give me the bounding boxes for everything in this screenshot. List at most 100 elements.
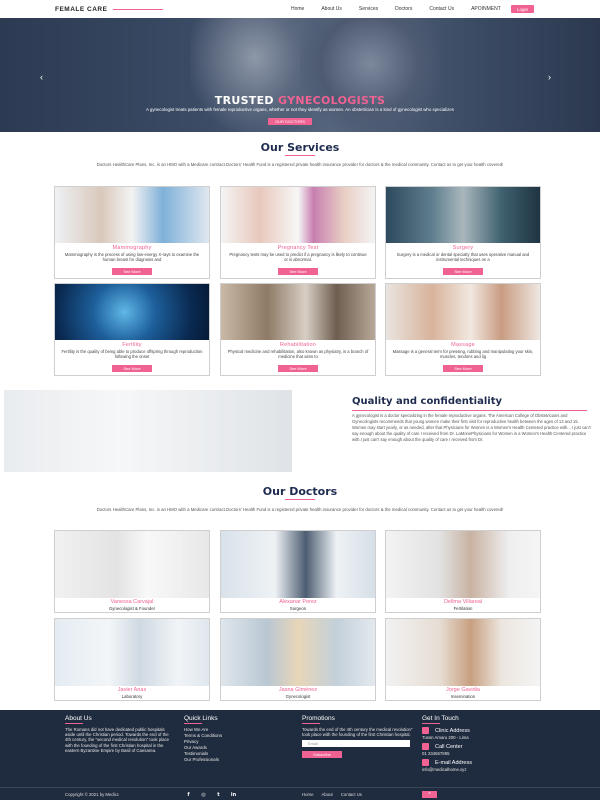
see-more-button[interactable]: See More xyxy=(112,365,152,372)
doctor-photo xyxy=(55,531,209,598)
service-card-desc: Massage is a general term for pressing, … xyxy=(392,349,534,360)
service-card-desc: Mammography is the process of using low-… xyxy=(64,252,200,263)
doctor-name: Jorge Gavidia xyxy=(446,687,480,693)
services-title: Our Services xyxy=(260,141,340,154)
footer-link-about[interactable]: About xyxy=(321,792,332,797)
doctor-role: Surgeon xyxy=(289,606,307,611)
service-card-fertility: Fertility Fertility is the quality of be… xyxy=(54,283,210,376)
hero-subtitle: A gynecologist treats patients with fema… xyxy=(146,107,454,112)
footer-promotions: Promotions Towards the end of the 4th ce… xyxy=(302,715,414,759)
carousel-prev-icon[interactable]: ‹ xyxy=(40,72,43,82)
service-card-title: Rehabilitation xyxy=(279,342,317,348)
subscribe-button[interactable]: Subscribe xyxy=(302,751,342,759)
fertility-image xyxy=(55,284,209,340)
footer: About Us The Romans did not have dedicat… xyxy=(0,710,600,800)
twitter-icon[interactable]: t xyxy=(214,791,223,798)
carousel-next-icon[interactable]: › xyxy=(548,72,551,82)
quality-title-underline xyxy=(352,410,587,411)
services-title-underline xyxy=(285,155,315,156)
footer-bottom-bar: Copyright © 2021 by Medicc f ◎ t in Home… xyxy=(0,787,600,800)
footer-promo-text: Towards the end of the 4th century the m… xyxy=(302,727,413,738)
nav-link-services[interactable]: Services xyxy=(359,6,378,12)
service-card-desc: Physical medicine and rehabilitation, al… xyxy=(227,349,369,360)
doctor-role: Gynecologist & Founder xyxy=(108,606,156,611)
doctor-photo xyxy=(55,619,209,686)
service-card-mammography: Mammography Mammography is the process o… xyxy=(54,186,210,279)
service-card-rehabilitation: Rehabilitation Physical medicine and reh… xyxy=(220,283,376,376)
service-card-surgery: Surgery Surgery is a medical or dental s… xyxy=(385,186,541,279)
clinic-row: Clinic Address xyxy=(422,727,532,734)
doctor-card: Alexanar Perez Surgeon xyxy=(220,530,376,613)
massage-image xyxy=(386,284,540,340)
nav-link-about[interactable]: About Us xyxy=(321,6,342,12)
services-description: Doctors HealthCare Plans, Inc. is an HMO… xyxy=(96,162,504,167)
service-card-title: Fertility xyxy=(122,342,142,348)
nav-link-appointment[interactable]: APOINMENT xyxy=(471,6,501,12)
call-row: Call Center xyxy=(422,743,532,750)
email-label: E-mail Address xyxy=(435,759,472,766)
quality-image xyxy=(4,390,292,472)
doctors-title: Our Doctors xyxy=(262,485,338,498)
back-to-top-button[interactable]: ^ xyxy=(422,791,437,798)
hero-image-patient xyxy=(300,18,440,132)
clinic-value: Tussn Amaru 200 - Lima xyxy=(422,735,469,740)
instagram-icon[interactable]: ◎ xyxy=(199,791,208,798)
footer-title-underline xyxy=(422,723,440,724)
call-value: 01 234567895 xyxy=(422,751,450,756)
doctor-card: Javier Arias Laboratory xyxy=(54,618,210,701)
nav-link-doctors[interactable]: Doctors xyxy=(395,6,412,12)
doctor-photo xyxy=(221,619,375,686)
linkedin-icon[interactable]: in xyxy=(229,791,238,798)
footer-title-underline xyxy=(184,723,202,724)
social-links: f ◎ t in xyxy=(184,791,238,798)
clinic-label: Clinic Address xyxy=(435,727,470,734)
location-icon xyxy=(422,727,429,734)
nav-link-contact[interactable]: Contact Us xyxy=(429,6,454,12)
see-more-button[interactable]: See More xyxy=(443,365,483,372)
footer-about: About Us The Romans did not have dedicat… xyxy=(65,715,173,753)
doctors-title-underline xyxy=(285,499,315,500)
top-navbar: FEMALE CARE Home About Us Services Docto… xyxy=(0,0,600,18)
doctor-name: Vanessa Carvajal xyxy=(110,599,154,605)
service-card-massage: Massage Massage is a general term for pr… xyxy=(385,283,541,376)
quick-link[interactable]: Our Professionals xyxy=(184,757,284,763)
pregnancy-test-image xyxy=(221,187,375,243)
footer-promo-title: Promotions xyxy=(302,715,335,722)
email-value[interactable]: info@medicalhome.xyz xyxy=(422,767,532,772)
brand-logo[interactable]: FEMALE CARE xyxy=(55,6,215,13)
see-more-button[interactable]: See More xyxy=(443,268,483,275)
login-button[interactable]: Login xyxy=(511,5,534,13)
service-card-desc: Fertility is the quality of being able t… xyxy=(61,349,203,360)
call-label: Call Center xyxy=(435,743,463,750)
our-doctors-button[interactable]: OUR DOCTORS xyxy=(268,118,312,125)
service-card-pregnancy: Pregnancy Test Pregnancy tests may be us… xyxy=(220,186,376,279)
see-more-button[interactable]: See More xyxy=(278,268,318,275)
footer-link-contact[interactable]: Contact Us xyxy=(341,792,362,797)
service-card-desc: Pregnancy tests may be used to predict i… xyxy=(229,252,367,263)
see-more-button[interactable]: See More xyxy=(278,365,318,372)
see-more-button[interactable]: See More xyxy=(112,268,152,275)
phone-icon xyxy=(422,743,429,750)
nav-links: Home About Us Services Doctors Contact U… xyxy=(291,6,518,12)
footer-link-home[interactable]: Home xyxy=(302,792,313,797)
doctor-role: Insemination xyxy=(450,694,476,699)
copyright: Copyright © 2021 by Medicc xyxy=(65,792,120,797)
rehabilitation-image xyxy=(221,284,375,340)
doctor-photo xyxy=(221,531,375,598)
footer-contact: Get In Touch Clinic Address Tussn Amaru … xyxy=(422,715,532,775)
email-input[interactable]: Email xyxy=(302,740,410,748)
service-card-title: Surgery xyxy=(452,245,474,251)
facebook-icon[interactable]: f xyxy=(184,791,193,798)
doctor-role: Laboratory xyxy=(121,694,143,699)
footer-quick-title: Quick Links xyxy=(184,715,218,722)
hero-title-pink: GYNECOLOGISTS xyxy=(277,94,386,107)
service-card-title: Pregnancy Test xyxy=(277,245,319,251)
surgery-image xyxy=(386,187,540,243)
service-card-title: Massage xyxy=(451,342,475,348)
page: FEMALE CARE Home About Us Services Docto… xyxy=(0,0,600,800)
nav-link-home[interactable]: Home xyxy=(291,6,304,12)
footer-title-underline xyxy=(302,723,320,724)
brand-accent-line xyxy=(113,8,163,10)
footer-about-text: The Romans did not have dedicated public… xyxy=(65,727,170,753)
mail-icon xyxy=(422,759,429,766)
